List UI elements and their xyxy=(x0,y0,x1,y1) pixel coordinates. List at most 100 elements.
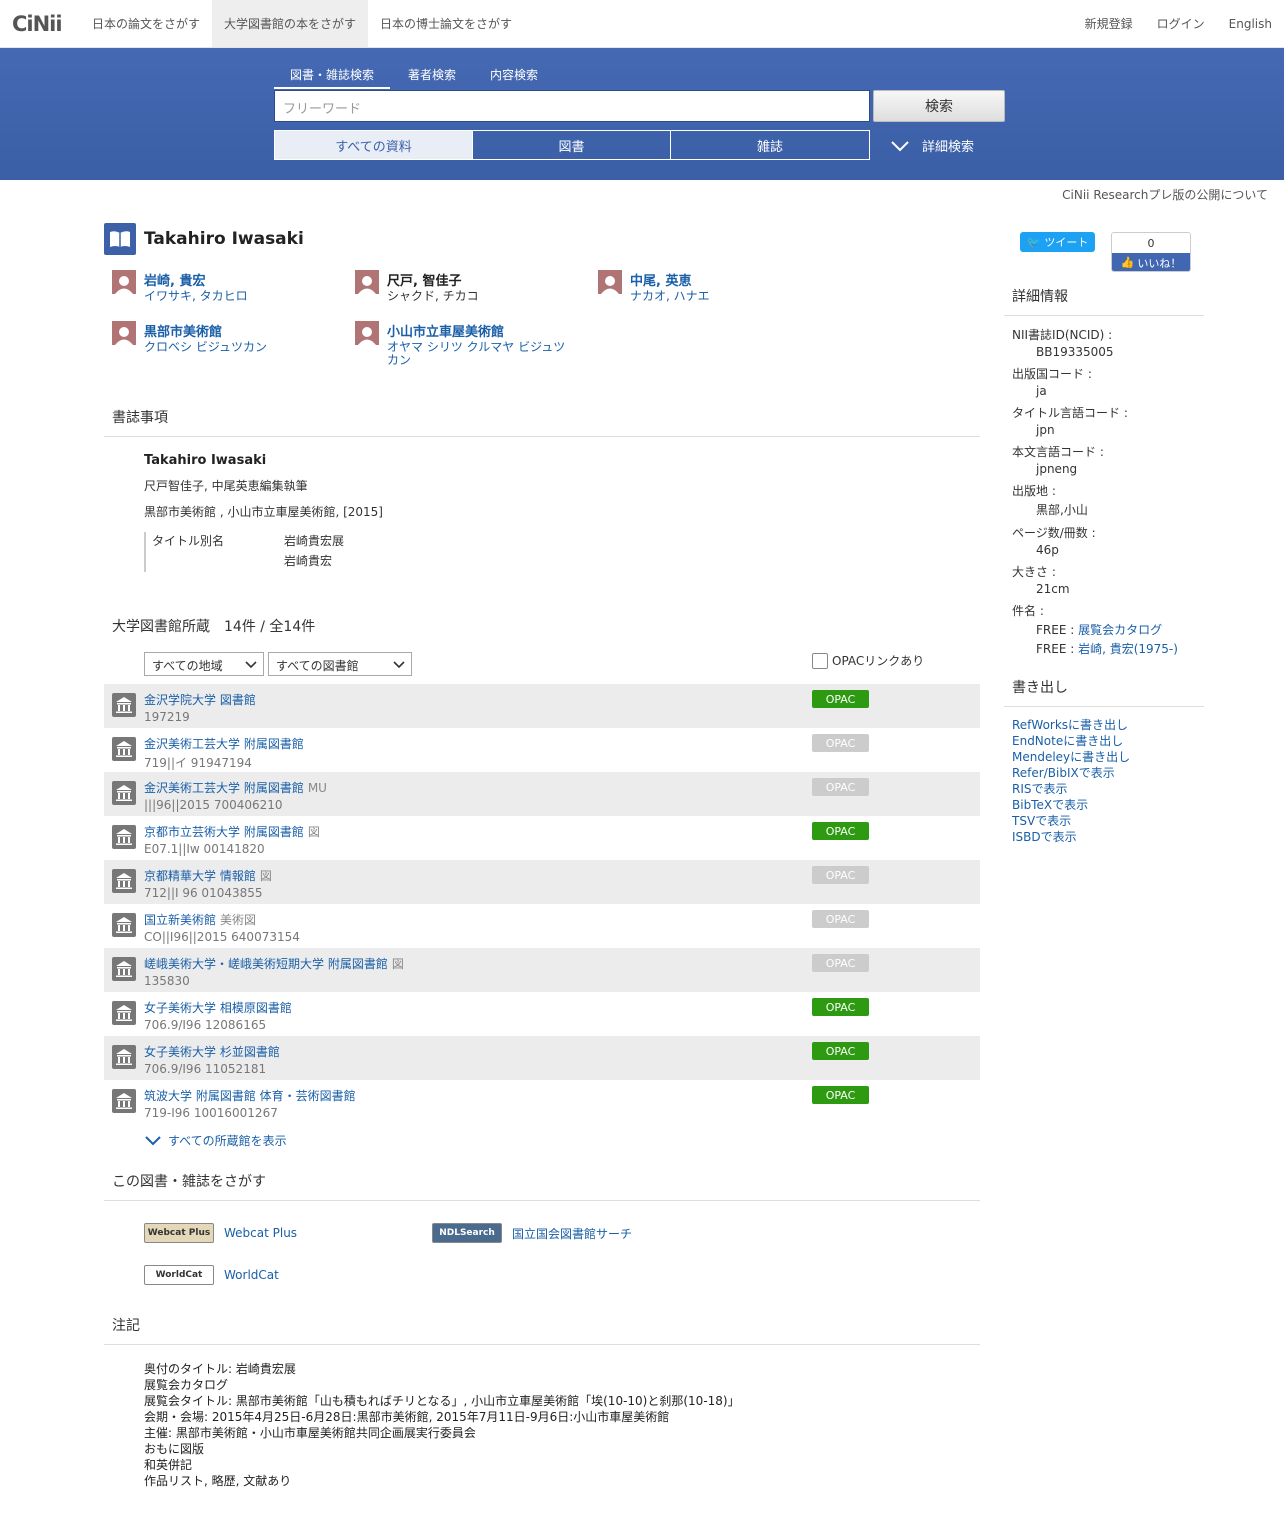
search-button[interactable]: 検索 xyxy=(873,90,1005,122)
ndl-search-label[interactable]: 国立国会図書館サーチ xyxy=(512,1225,632,1242)
library-name-link[interactable]: 国立新美術館 xyxy=(144,913,216,927)
opac-filter-checkbox[interactable]: OPACリンクあり xyxy=(812,652,924,669)
export-endnote-link[interactable]: EndNoteに書き出し xyxy=(1012,733,1204,749)
library-icon xyxy=(112,1089,136,1113)
worldcat-label[interactable]: WorldCat xyxy=(224,1268,279,1282)
login-link[interactable]: ログイン xyxy=(1145,0,1217,47)
region-select-value: すべての地域 xyxy=(152,659,223,673)
subject-link[interactable]: 展覧会カタログ xyxy=(1078,623,1162,637)
holdings-filters: すべての地域 すべての図書館 OPACリンクあり xyxy=(104,652,980,678)
nav-tab-books[interactable]: 大学図書館の本をさがす xyxy=(212,0,369,47)
detail-value: jpn xyxy=(1036,423,1055,437)
search-band: 図書・雑誌検索 著者検索 内容検索 フリーワード 検索 すべての資料 図書 雑誌… xyxy=(0,48,1284,180)
details-heading: 詳細情報 xyxy=(1004,286,1204,316)
export-mendeley-link[interactable]: Mendeleyに書き出し xyxy=(1012,749,1204,765)
cinii-logo[interactable]: CiNii xyxy=(0,0,80,47)
person-icon xyxy=(355,270,379,294)
biblio-title: Takahiro Iwasaki xyxy=(144,453,267,468)
detail-label: 出版地 : xyxy=(1012,484,1056,498)
call-number: 197219 xyxy=(144,710,190,724)
holding-row: 女子美術大学 杉並図書館 706.9/I96 11052181 OPAC xyxy=(104,1036,980,1080)
opac-button[interactable]: OPAC xyxy=(812,1042,869,1060)
filter-books[interactable]: 図書 xyxy=(473,131,671,159)
export-tsv-link[interactable]: TSVで表示 xyxy=(1012,813,1204,829)
library-select[interactable]: すべての図書館 xyxy=(268,652,412,676)
export-bibtex-link[interactable]: BibTeXで表示 xyxy=(1012,797,1204,813)
opac-filter-label: OPACリンクあり xyxy=(832,654,925,668)
detail-value: 46p xyxy=(1036,543,1059,557)
author-name-link[interactable]: 岩崎, 貴宏 xyxy=(144,270,334,289)
author-kana[interactable]: ナカオ, ハナエ xyxy=(630,290,820,303)
author-name-link[interactable]: 中尾, 英恵 xyxy=(630,270,820,289)
filter-all-materials[interactable]: すべての資料 xyxy=(275,131,473,159)
library-icon xyxy=(112,781,136,805)
subject-link[interactable]: 岩崎, 貴宏(1975-) xyxy=(1078,642,1178,656)
author-list: 岩崎, 貴宏 イワサキ, タカヒロ 尺戸, 智佳子 シャクド, チカコ 中尾, 英恵… xyxy=(112,270,980,367)
worldcat-badge: WorldCat xyxy=(144,1265,214,1285)
library-name-link[interactable]: 金沢学院大学 図書館 xyxy=(144,693,256,707)
holding-info: 女子美術大学 相模原図書館 706.9/I96 12086165 xyxy=(144,999,296,1032)
opac-button[interactable]: OPAC xyxy=(812,690,869,708)
library-name-link[interactable]: 筑波大学 附属図書館 体育・芸術図書館 xyxy=(144,1089,356,1103)
show-all-holdings-link[interactable]: すべての所蔵館を表示 xyxy=(104,1132,980,1149)
nav-tab-dissertations[interactable]: 日本の博士論文をさがす xyxy=(368,0,524,47)
tab-book-search[interactable]: 図書・雑誌検索 xyxy=(274,66,391,89)
library-name-link[interactable]: 京都精華大学 情報館 xyxy=(144,869,256,883)
nav-tab-articles[interactable]: 日本の論文をさがす xyxy=(80,0,212,47)
author-kana[interactable]: イワサキ, タカヒロ xyxy=(144,290,334,303)
like-button[interactable]: 0 👍 いいね！ xyxy=(1111,232,1191,272)
author-name-link[interactable]: 黒部市美術館 xyxy=(144,321,334,340)
library-name-link[interactable]: 女子美術大学 杉並図書館 xyxy=(144,1045,280,1059)
note-line: おもに図版 xyxy=(144,1442,205,1456)
register-link[interactable]: 新規登録 xyxy=(1073,0,1145,47)
library-name-link[interactable]: 金沢美術工芸大学 附属図書館 xyxy=(144,781,304,795)
note-line: 作品リスト, 略歴, 文献あり xyxy=(144,1474,292,1488)
export-ris-link[interactable]: RISで表示 xyxy=(1012,781,1204,797)
search-input[interactable]: フリーワード xyxy=(274,90,870,122)
advanced-search-toggle[interactable]: 詳細検索 xyxy=(890,136,974,155)
library-name-link[interactable]: 嵯峨美術大学・嵯峨美術短期大学 附属図書館 xyxy=(144,957,388,971)
alt-title-label: タイトル別名 xyxy=(152,534,225,548)
webcat-plus-label[interactable]: Webcat Plus xyxy=(224,1226,297,1240)
checkbox[interactable] xyxy=(812,652,828,669)
tab-author-search[interactable]: 著者検索 xyxy=(392,66,472,89)
tab-content-search[interactable]: 内容検索 xyxy=(474,66,554,89)
author-name-link[interactable]: 小山市立車屋美術館 xyxy=(387,321,577,340)
top-nav: CiNii 日本の論文をさがす 大学図書館の本をさがす 日本の博士論文をさがす … xyxy=(0,0,1284,48)
opac-button[interactable]: OPAC xyxy=(812,1086,869,1104)
twitter-icon: 🐦 xyxy=(1026,235,1041,249)
call-number: 719-I96 10016001267 xyxy=(144,1106,278,1120)
webcat-plus-link[interactable]: Webcat Plus Webcat Plus xyxy=(144,1223,297,1243)
ndl-search-link[interactable]: NDLSearch 国立国会図書館サーチ xyxy=(432,1223,632,1243)
region-select[interactable]: すべての地域 xyxy=(144,652,264,676)
person-icon xyxy=(112,321,136,345)
export-refer-link[interactable]: Refer/BibIXで表示 xyxy=(1012,765,1204,781)
export-refworks-link[interactable]: RefWorksに書き出し xyxy=(1012,717,1204,733)
opac-button[interactable]: OPAC xyxy=(812,998,869,1016)
detail-value: ja xyxy=(1036,384,1047,398)
library-name-link[interactable]: 金沢美術工芸大学 附属図書館 xyxy=(144,737,304,751)
opac-button: OPAC xyxy=(812,866,869,884)
author-item: 小山市立車屋美術館 オヤマ シリツ クルマヤ ビジュツカン xyxy=(355,321,598,367)
english-link[interactable]: English xyxy=(1217,0,1284,47)
call-number: 712||I 96 01043855 xyxy=(144,886,263,900)
filter-journals[interactable]: 雑誌 xyxy=(671,131,869,159)
library-name-link[interactable]: 女子美術大学 相模原図書館 xyxy=(144,1001,292,1015)
subject-item: FREE : 展覧会カタログ xyxy=(1012,621,1204,638)
export-isbd-link[interactable]: ISBDで表示 xyxy=(1012,829,1204,845)
tweet-button[interactable]: 🐦 ツイート xyxy=(1020,232,1095,252)
detail-label: 大きさ : xyxy=(1012,565,1056,579)
holding-row: 金沢学院大学 図書館 197219 OPAC xyxy=(104,684,980,728)
opac-button[interactable]: OPAC xyxy=(812,822,869,840)
author-name: 尺戸, 智佳子 xyxy=(387,274,462,289)
author-kana[interactable]: オヤマ シリツ クルマヤ ビジュツカン xyxy=(387,341,577,367)
library-location: 図 xyxy=(307,825,320,839)
holding-info: 京都市立芸術大学 附属図書館図 E07.1||Iw 00141820 xyxy=(144,823,320,856)
author-kana[interactable]: クロベシ ビジュツカン xyxy=(144,341,334,354)
library-location: 図 xyxy=(391,957,404,971)
worldcat-link[interactable]: WorldCat WorldCat xyxy=(144,1265,279,1285)
note-line: 展覧会タイトル: 黒部市美術館「山も積もればチリとなる」, 小山市立車屋美術館「… xyxy=(144,1394,740,1408)
notes-section: 奥付のタイトル: 岩崎貴宏展 展覧会カタログ 展覧会タイトル: 黒部市美術館「山… xyxy=(104,1361,980,1489)
library-name-link[interactable]: 京都市立芸術大学 附属図書館 xyxy=(144,825,304,839)
research-notice-link[interactable]: CiNii Researchプレ版の公開について xyxy=(1062,186,1268,203)
